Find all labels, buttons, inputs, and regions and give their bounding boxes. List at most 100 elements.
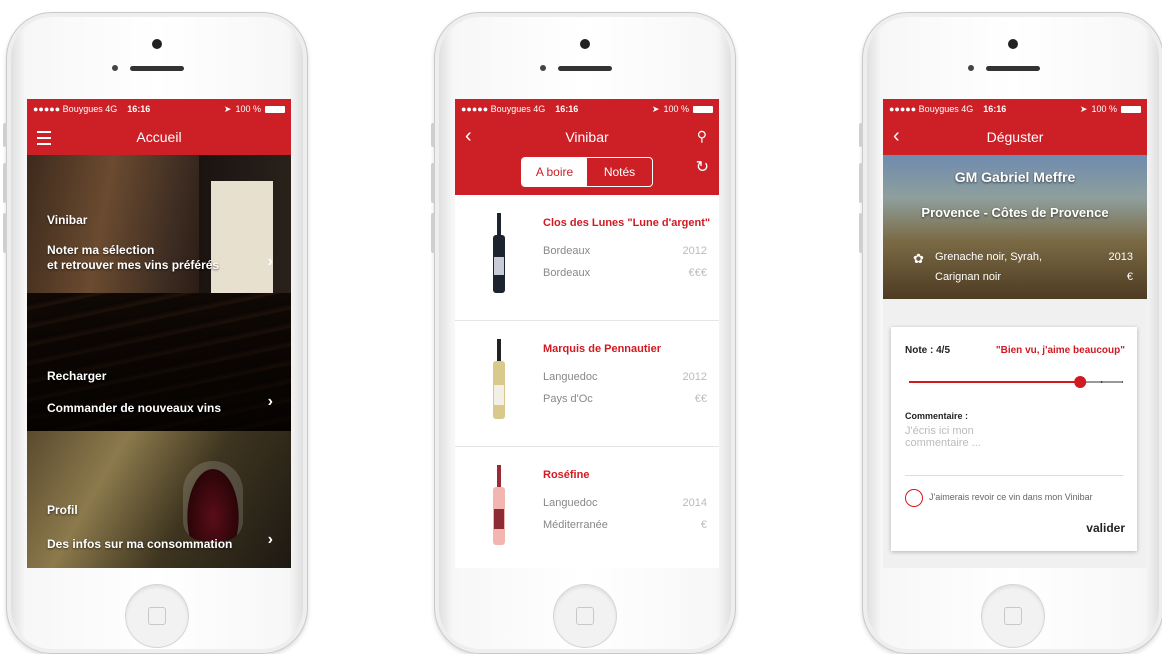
phone-2: ●●●●● Bouygues 4G 16:16 ➤ 100 % ‹ Vinibar…: [431, 12, 736, 654]
tile-title: Vinibar: [47, 213, 88, 227]
wine-appellation: Méditerranée: [543, 519, 608, 531]
carrier-label: ●●●●● Bouygues 4G: [461, 104, 546, 114]
wine-name: Clos des Lunes "Lune d'argent": [543, 217, 711, 229]
page-title: Déguster: [986, 129, 1044, 145]
tile-subtitle: Commander de nouveaux vins: [47, 401, 222, 415]
volume-up-button: [859, 163, 863, 203]
wine-year: 2014: [682, 497, 707, 509]
location-icon: ➤: [1079, 103, 1088, 114]
valider-button[interactable]: valider: [1086, 521, 1125, 535]
wine-region: Languedoc: [543, 371, 598, 383]
wine-appellation: Bordeaux: [543, 267, 591, 279]
list-item[interactable]: Marquis de Pennautier Languedoc Pays d'O…: [455, 321, 719, 447]
tasting-card: Note : 4/5 "Bien vu, j'aime beaucoup" Co…: [891, 327, 1137, 551]
wine-name: Marquis de Pennautier: [543, 343, 661, 355]
wine-header: GM Gabriel Meffre Provence - Côtes de Pr…: [883, 155, 1147, 299]
back-chevron-icon[interactable]: ‹: [893, 125, 900, 148]
tile-subtitle: Des infos sur ma consommation: [47, 537, 233, 551]
wine-year: 2012: [682, 245, 707, 257]
wine-label-image: [211, 181, 273, 293]
list-item[interactable]: Roséfine Languedoc Méditerranée 2014 €: [455, 447, 719, 568]
status-time: 16:16: [127, 104, 151, 114]
tile-subtitle: Noter ma sélection: [47, 243, 155, 257]
bottle-image: [493, 213, 505, 293]
status-bar: ●●●●● Bouygues 4G 16:16 ➤ 100 %: [455, 99, 719, 119]
wine-name: Roséfine: [543, 469, 590, 481]
back-chevron-icon[interactable]: ‹: [465, 125, 472, 148]
home-button[interactable]: [125, 584, 189, 648]
comment-underline: [905, 475, 1123, 476]
slider-tick: [1057, 381, 1060, 383]
volume-down-button: [3, 213, 7, 253]
wine-price: €€: [694, 393, 707, 405]
battery-icon: [265, 105, 285, 113]
segmented-control-bar: A boire Notés ↻: [455, 155, 719, 195]
carrier-label: ●●●●● Bouygues 4G: [889, 104, 974, 114]
speaker: [130, 66, 184, 71]
slider-tick: [1036, 381, 1039, 383]
menu-icon[interactable]: [37, 131, 51, 145]
wine-appellation: Pays d'Oc: [543, 393, 593, 405]
nav-bar: ‹ Vinibar ⚲: [455, 119, 719, 155]
home-button[interactable]: [553, 584, 617, 648]
nav-bar: Accueil: [27, 119, 291, 155]
slider-thumb[interactable]: [1074, 376, 1087, 388]
bottle-image: [493, 339, 505, 419]
tile-recharger[interactable]: Recharger Commander de nouveaux vins ›: [27, 293, 291, 431]
slider-tick: [972, 381, 975, 383]
screen-deguster: ●●●●● Bouygues 4G 16:16 ➤ 100 % ‹ Déguste…: [883, 99, 1147, 568]
revoir-label: J'aimerais revoir ce vin dans mon Viniba…: [929, 492, 1093, 502]
list-item[interactable]: Clos des Lunes "Lune d'argent" Bordeaux …: [455, 195, 719, 321]
slider-tick: [1015, 381, 1017, 383]
phone-3: ●●●●● Bouygues 4G 16:16 ➤ 100 % ‹ Déguste…: [859, 12, 1162, 654]
wine-price: €: [700, 519, 707, 531]
status-time: 16:16: [983, 104, 1007, 114]
speaker: [558, 66, 612, 71]
volume-down-button: [859, 213, 863, 253]
battery-icon: [693, 105, 713, 113]
tile-vinibar[interactable]: Vinibar Noter ma sélection et retrouver …: [27, 155, 291, 293]
search-icon[interactable]: ⚲: [697, 128, 707, 145]
refresh-icon[interactable]: ↻: [696, 157, 709, 177]
mute-switch: [3, 123, 7, 147]
wine-year: 2013: [1108, 251, 1133, 263]
grape-varieties: Grenache noir, Syrah,: [935, 251, 1043, 263]
tab-notes[interactable]: Notés: [587, 158, 652, 186]
camera-icon: [580, 39, 590, 49]
carrier-label: ●●●●● Bouygues 4G: [33, 104, 118, 114]
slider-tick: [1100, 381, 1103, 383]
note-label: Note : 4/5: [905, 345, 951, 356]
camera-icon: [152, 39, 162, 49]
tab-a-boire[interactable]: A boire: [522, 158, 587, 186]
chevron-right-icon: ›: [267, 531, 273, 548]
volume-down-button: [431, 213, 435, 253]
slider-tick: [929, 381, 932, 383]
nav-bar: ‹ Déguster: [883, 119, 1147, 155]
wine-region: Bordeaux: [543, 245, 591, 257]
revoir-radio[interactable]: [905, 489, 923, 507]
home-button[interactable]: [981, 584, 1045, 648]
phone-1: ●●●●● Bouygues 4G 16:16 ➤ 100 % Accueil V…: [3, 12, 308, 654]
status-bar: ●●●●● Bouygues 4G 16:16 ➤ 100 %: [27, 99, 291, 119]
location-icon: ➤: [223, 103, 232, 114]
tile-profil[interactable]: Profil Des infos sur ma consommation ›: [27, 431, 291, 568]
mute-switch: [859, 123, 863, 147]
bottle-image: [493, 465, 505, 545]
chevron-right-icon: ›: [267, 253, 273, 270]
wine-glass-image: [183, 461, 243, 541]
slider-tick: [993, 381, 996, 383]
speaker: [986, 66, 1040, 71]
tile-title: Recharger: [47, 369, 107, 383]
sensor: [968, 65, 974, 71]
comment-input[interactable]: J'écris ici mon commentaire ...: [905, 425, 1025, 449]
rating-slider[interactable]: [909, 375, 1123, 389]
grape-varieties-2: Carignan noir: [935, 271, 1002, 283]
slider-tick: [950, 381, 953, 383]
battery-icon: [1121, 105, 1141, 113]
tile-subtitle-2: et retrouver mes vins préférés: [47, 258, 220, 272]
note-quote: "Bien vu, j'aime beaucoup": [995, 345, 1125, 356]
wine-region: Provence - Côtes de Provence: [921, 205, 1109, 220]
page-title: Accueil: [136, 129, 182, 145]
wine-price: €€€: [688, 267, 707, 279]
slider-tick: [1122, 381, 1123, 383]
